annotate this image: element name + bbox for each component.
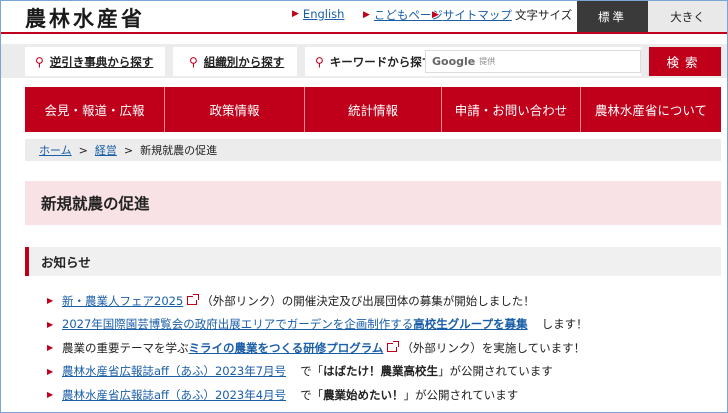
arrow-right-icon: ▶ — [47, 319, 54, 329]
list-item: ▶ 農林水産省広報誌aff（あふ）2023年7月号 で「 はばたけ！農業高校生 … — [47, 360, 717, 384]
breadcrumb: ホーム > 経営 > 新規就農の促進 — [25, 139, 721, 161]
external-link-icon — [387, 341, 400, 353]
page-frame: 農林水産省 ▶ English ▶ こどもページ ▶ サイトマップ 文字サイズ … — [0, 0, 728, 413]
notice-link[interactable]: ミライの農業をつくる研修プログラム — [189, 340, 384, 356]
font-size-standard-button[interactable]: 標準 — [577, 1, 648, 32]
breadcrumb-parent[interactable]: 経営 — [95, 142, 117, 158]
arrow-right-icon: ▶ — [47, 296, 54, 306]
search-by-org-label: 組織別から探す — [203, 54, 285, 69]
nav-item-press[interactable]: 会見・報道・広報 — [25, 87, 165, 132]
google-label: Google — [432, 55, 476, 68]
search-icon: ⚲ — [35, 54, 44, 69]
list-item: ▶ 2027年国際園芸博覧会の政府出展エリアでガーデンを企画制作する高校生グルー… — [47, 313, 717, 337]
notice-text: 」が公開されています — [403, 387, 519, 402]
arrow-right-icon: ▶ — [432, 10, 439, 20]
english-link[interactable]: English — [303, 7, 345, 21]
arrow-right-icon: ▶ — [292, 9, 299, 19]
notice-text: します！ — [541, 317, 588, 332]
notice-text: （外部リンク）を実施しています！ — [401, 340, 586, 355]
search-icon: ⚲ — [189, 54, 198, 69]
notice-link[interactable]: 農林水産省広報誌aff（あふ）2023年7月号 — [62, 363, 286, 379]
site-logo[interactable]: 農林水産省 — [25, 3, 145, 33]
arrow-right-icon: ▶ — [47, 366, 54, 376]
notice-bold-text: 農業始めたい！ — [323, 387, 404, 402]
notice-text: 」が公開されています — [438, 364, 553, 379]
reverse-lookup-button[interactable]: ⚲ 逆引き事典から探す — [25, 47, 165, 76]
list-item: ▶ 農業の重要テーマを学ぶ ミライの農業をつくる研修プログラム （外部リンク）を… — [47, 336, 717, 360]
breadcrumb-home[interactable]: ホーム — [39, 142, 72, 158]
arrow-right-icon: ▶ — [363, 10, 370, 20]
nav-item-statistics[interactable]: 統計情報 — [305, 87, 442, 132]
notice-list: ▶ 新・農業人フェア2025 （外部リンク）の開催決定及び出展団体の募集が開始し… — [47, 289, 717, 407]
notice-text: で「 — [300, 364, 324, 379]
arrow-right-icon: ▶ — [47, 390, 54, 400]
notice-link[interactable]: 新・農業人フェア2025 — [62, 293, 183, 309]
notice-link-text: 2027年国際園芸博覧会の政府出展エリアでガーデンを企画制作する — [62, 317, 414, 332]
notice-text: 農業の重要テーマを学ぶ — [62, 340, 189, 355]
nav-item-policy[interactable]: 政策情報 — [165, 87, 305, 132]
notice-link[interactable]: 2027年国際園芸博覧会の政府出展エリアでガーデンを企画制作する高校生グループを… — [62, 316, 528, 332]
page-title: 新規就農の促進 — [25, 181, 721, 225]
google-provided-label: 提供 — [479, 57, 496, 66]
reverse-lookup-label: 逆引き事典から探す — [49, 54, 154, 69]
main-nav: 会見・報道・広報 政策情報 統計情報 申請・お問い合わせ 農林水産省について — [25, 87, 721, 132]
keyword-search-label: キーワードから探す — [329, 54, 434, 69]
notice-link-bold: ミライの農業をつくる研修プログラム — [188, 340, 384, 355]
nav-item-about[interactable]: 農林水産省について — [581, 87, 721, 132]
font-size-label: 文字サイズ — [515, 8, 573, 22]
arrow-right-icon: ▶ — [47, 343, 54, 353]
list-item: ▶ 新・農業人フェア2025 （外部リンク）の開催決定及び出展団体の募集が開始し… — [47, 289, 717, 313]
english-link-wrap: ▶ English — [292, 7, 344, 21]
notice-text: （外部リンク）の開催決定及び出展団体の募集が開始しました！ — [201, 293, 535, 308]
search-by-org-button[interactable]: ⚲ 組織別から探す — [173, 47, 297, 76]
site-header: 農林水産省 ▶ English ▶ こどもページ ▶ サイトマップ 文字サイズ … — [1, 1, 727, 34]
kids-link-wrap: ▶ こどもページ — [363, 7, 443, 23]
breadcrumb-separator: > — [123, 143, 134, 157]
notice-text: で「 — [300, 387, 324, 402]
sitemap-link-wrap: ▶ サイトマップ — [432, 7, 512, 23]
font-size-large-button[interactable]: 大きく — [648, 1, 727, 32]
notice-link[interactable]: 農林水産省広報誌aff（あふ）2023年4月号 — [62, 387, 286, 403]
notice-link-bold: 高校生グループを募集 — [413, 317, 528, 332]
nav-item-applications[interactable]: 申請・お問い合わせ — [442, 87, 581, 132]
breadcrumb-separator: > — [78, 143, 88, 157]
external-link-icon — [187, 294, 200, 306]
search-input[interactable]: Google 提供 — [425, 50, 641, 73]
list-item: ▶ 農林水産省広報誌aff（あふ）2023年4月号 で「 農業始めたい！ 」が公… — [47, 383, 717, 407]
search-icon: ⚲ — [315, 54, 324, 69]
breadcrumb-current: 新規就農の促進 — [140, 144, 218, 157]
notice-bold-text: はばたけ！農業高校生 — [323, 364, 439, 379]
notices-heading: お知らせ — [25, 247, 721, 276]
sitemap-link[interactable]: サイトマップ — [443, 7, 512, 23]
search-button[interactable]: 検索 — [649, 47, 721, 76]
